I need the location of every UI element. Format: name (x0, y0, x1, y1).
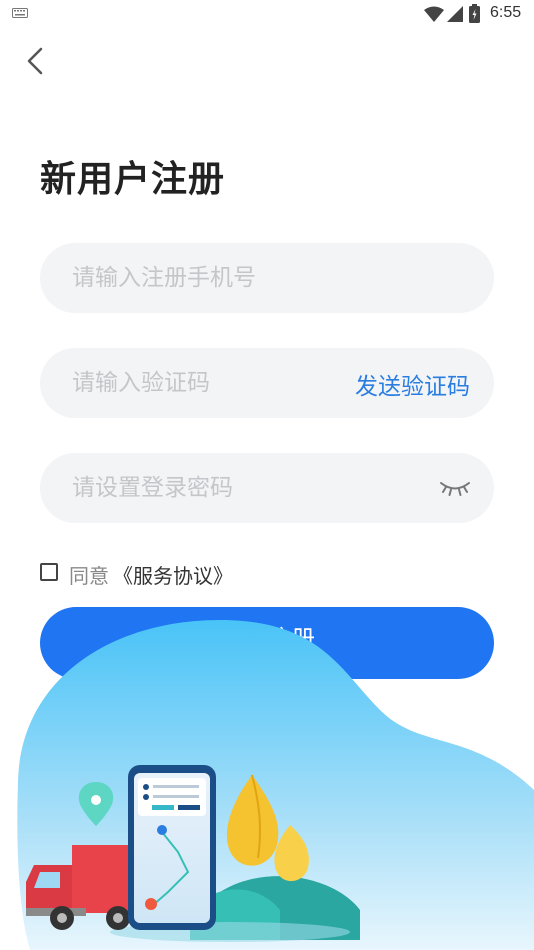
toggle-password-visibility[interactable] (438, 477, 472, 499)
send-code-button[interactable]: 发送验证码 (355, 367, 470, 401)
back-arrow-icon (27, 47, 43, 75)
code-input[interactable] (72, 348, 332, 418)
wifi-icon (424, 6, 444, 22)
signal-icon (447, 6, 463, 22)
status-bar: 6:55 (0, 0, 534, 28)
password-input[interactable] (72, 453, 422, 523)
status-time: 6:55 (490, 4, 522, 21)
battery-icon (469, 4, 480, 23)
password-field (40, 453, 494, 523)
background-illustration (17, 620, 534, 950)
keyboard-icon (12, 8, 28, 18)
smartphone-icon (128, 765, 216, 930)
eye-closed-icon (440, 482, 470, 496)
back-button[interactable] (20, 44, 52, 78)
phone-input[interactable] (72, 243, 462, 313)
code-field: 发送验证码 (40, 348, 494, 418)
phone-field (40, 243, 494, 313)
service-agreement-link[interactable]: 《服务协议》 (113, 560, 233, 589)
page-title: 新用户注册 (40, 159, 226, 200)
agreement-prefix: 同意 (69, 564, 109, 588)
agree-checkbox[interactable] (40, 563, 58, 581)
